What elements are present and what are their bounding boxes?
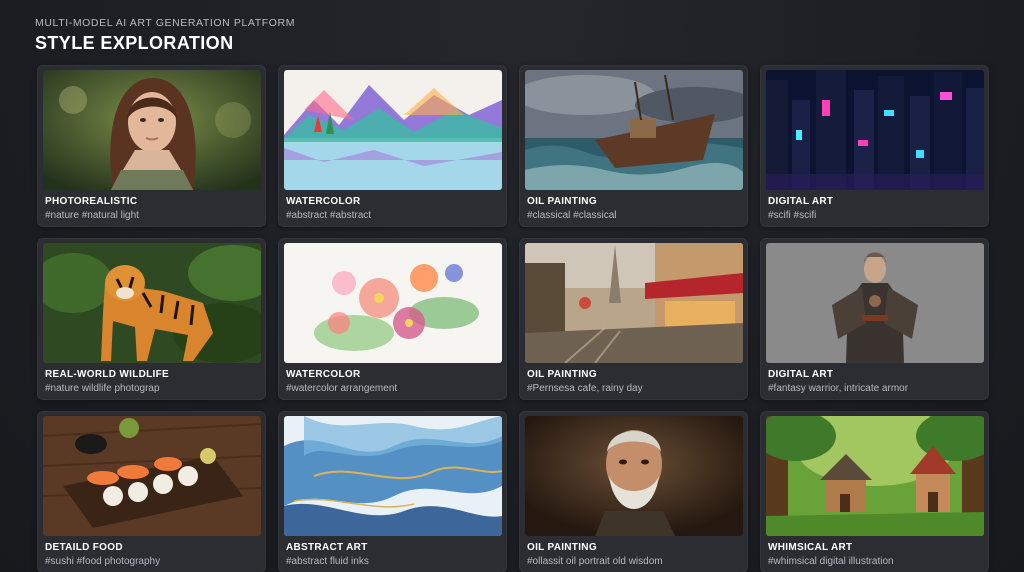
style-label: WATERCOLOR — [286, 196, 361, 207]
style-card[interactable]: DIGITAL ART #fantasy warrior, intricate … — [760, 238, 989, 400]
old-man-portrait-image — [525, 416, 743, 536]
armored-warrior-image — [766, 243, 984, 363]
style-tags: #fantasy warrior, intricate armor — [768, 383, 909, 394]
style-card[interactable]: WATERCOLOR #watercolor arrangement — [278, 238, 507, 400]
page-title: STYLE EXPLORATION — [35, 33, 234, 53]
style-card-grid: PHOTOREALISTIC #nature #natural light WA… — [37, 65, 989, 572]
style-card[interactable]: OIL PAINTING #classical #classical — [519, 65, 748, 227]
style-label: ABSTRACT ART — [286, 542, 368, 553]
style-label: OIL PAINTING — [527, 542, 597, 553]
neon-cyberpunk-city-image — [766, 70, 984, 190]
style-tags: #classical #classical — [527, 210, 617, 221]
style-card[interactable]: DETAILD FOOD #sushi #food photography — [37, 411, 266, 572]
style-label: DETAILD FOOD — [45, 542, 123, 553]
sushi-board-image — [43, 416, 261, 536]
watercolor-mountain-lake-image — [284, 70, 502, 190]
tiger-jungle-image — [43, 243, 261, 363]
style-card[interactable]: WHIMSICAL ART #whimsical digital illustr… — [760, 411, 989, 572]
style-tags: #whimsical digital illustration — [768, 556, 894, 567]
blue-fluid-ink-image — [284, 416, 502, 536]
style-label: WATERCOLOR — [286, 369, 361, 380]
style-tags: #sushi #food photography — [45, 556, 161, 567]
style-label: DIGITAL ART — [768, 196, 834, 207]
style-label: PHOTOREALISTIC — [45, 196, 138, 207]
platform-subtitle: MULTI-MODEL AI ART GENERATION PLATFORM — [35, 17, 296, 29]
boat-stormy-sea-image — [525, 70, 743, 190]
style-label: DIGITAL ART — [768, 369, 834, 380]
paris-cafe-rain-image — [525, 243, 743, 363]
style-card[interactable]: PHOTOREALISTIC #nature #natural light — [37, 65, 266, 227]
style-exploration-page: MULTI-MODEL AI ART GENERATION PLATFORM S… — [0, 0, 1024, 572]
style-tags: #watercolor arrangement — [286, 383, 398, 394]
style-tags: #Pernsesa cafe, rainy day — [527, 383, 643, 394]
style-label: WHIMSICAL ART — [768, 542, 853, 553]
style-tags: #abstract #abstract — [286, 210, 372, 221]
style-label: REAL-WORLD WILDLIFE — [45, 369, 170, 380]
style-card[interactable]: WATERCOLOR #abstract #abstract — [278, 65, 507, 227]
watercolor-flowers-image — [284, 243, 502, 363]
style-tags: #abstract fluid inks — [286, 556, 369, 567]
style-card[interactable]: ABSTRACT ART #abstract fluid inks — [278, 411, 507, 572]
style-label: OIL PAINTING — [527, 369, 597, 380]
style-tags: #nature #natural light — [45, 210, 139, 221]
fairytale-cottages-image — [766, 416, 984, 536]
style-tags: #ollassit oil portrait old wisdom — [527, 556, 663, 567]
style-card[interactable]: OIL PAINTING #ollassit oil portrait old … — [519, 411, 748, 572]
page-header: MULTI-MODEL AI ART GENERATION PLATFORM S… — [35, 17, 295, 54]
style-card[interactable]: DIGITAL ART #scifi #scifi — [760, 65, 989, 227]
portrait-woman-forest-image — [43, 70, 261, 190]
style-label: OIL PAINTING — [527, 196, 597, 207]
style-card[interactable]: OIL PAINTING #Pernsesa cafe, rainy day — [519, 238, 748, 400]
style-tags: #nature wildlife photograp — [45, 383, 160, 394]
style-tags: #scifi #scifi — [768, 210, 817, 221]
style-card[interactable]: REAL-WORLD WILDLIFE #nature wildlife pho… — [37, 238, 266, 400]
